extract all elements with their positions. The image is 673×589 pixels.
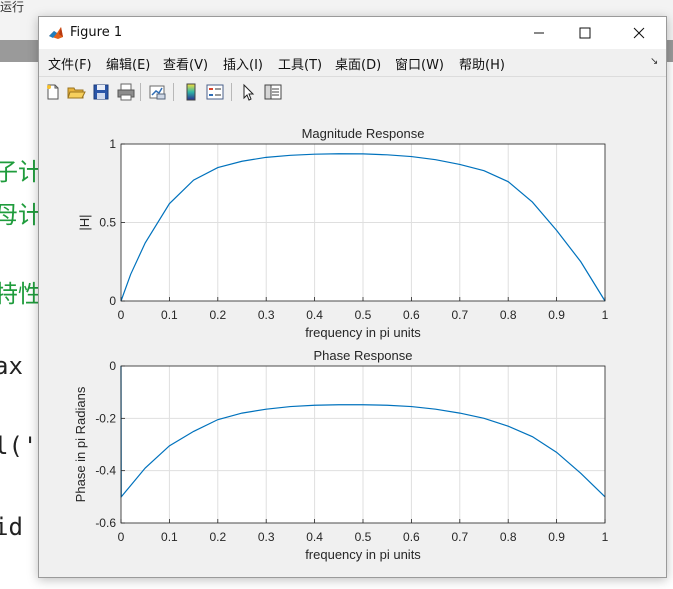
x-tick-label: 0.9	[548, 308, 565, 322]
axes-title: Magnitude Response	[302, 126, 425, 141]
menu-insert[interactable]: 插入(I)	[223, 54, 263, 73]
code-line: l('	[0, 432, 38, 460]
x-tick-label: 0.1	[161, 530, 178, 544]
x-tick-label: 0	[118, 530, 125, 544]
x-tick-label: 0.7	[451, 530, 468, 544]
x-tick-label: 0.5	[355, 308, 372, 322]
minimize-button[interactable]	[516, 17, 562, 49]
plot-area: 0 0.1 0.2 0.3 0.4 0.5 0.6 0.7 0.8 0.9 1 0 0.5 1 Magnit…	[39, 107, 666, 577]
x-axis-label: frequency in pi units	[305, 547, 421, 562]
menu-help[interactable]: 帮助(H)	[459, 54, 505, 73]
y-axis-label: Phase in pi Radians	[73, 386, 88, 502]
y-tick-label: -0.6	[95, 516, 116, 530]
menu-file[interactable]: 文件(F)	[48, 54, 92, 73]
x-tick-label: 0.8	[500, 308, 517, 322]
property-inspector-icon[interactable]	[263, 82, 283, 102]
code-line: 特性	[0, 280, 42, 308]
menu-tools[interactable]: 工具(T)	[278, 54, 322, 73]
x-tick-label: 0.6	[403, 530, 420, 544]
y-tick-label: 0	[109, 294, 116, 308]
menu-window[interactable]: 窗口(W)	[395, 54, 444, 73]
toolbar-separator	[173, 83, 174, 101]
phase-axes[interactable]: 0 0.1 0.2 0.3 0.4 0.5 0.6 0.7 0.8 0.9 1 -0.6 -0.4 -0.…	[73, 348, 609, 562]
maximize-button[interactable]	[562, 17, 608, 49]
x-tick-label: 0.2	[209, 530, 226, 544]
pointer-icon[interactable]	[238, 82, 258, 102]
menu-bar: 文件(F) 编辑(E) 查看(V) 插入(I) 工具(T) 桌面(D) 窗口(W…	[39, 51, 666, 73]
x-tick-label: 0.3	[258, 308, 275, 322]
axes-title: Phase Response	[313, 348, 412, 363]
dock-figure-icon[interactable]: ↘	[650, 56, 658, 67]
menu-edit[interactable]: 编辑(E)	[106, 54, 150, 73]
link-plot-icon[interactable]	[147, 82, 167, 102]
menu-view[interactable]: 查看(V)	[163, 54, 208, 73]
toolbar-separator	[140, 83, 141, 101]
title-bar[interactable]: Figure 1	[39, 17, 666, 49]
window-title: Figure 1	[70, 25, 123, 40]
magnitude-axes[interactable]: 0 0.1 0.2 0.3 0.4 0.5 0.6 0.7 0.8 0.9 1 0 0.5 1 Magnit…	[77, 126, 609, 340]
code-line: 子计	[0, 158, 42, 186]
x-axis-label: frequency in pi units	[305, 325, 421, 340]
x-tick-label: 0.6	[403, 308, 420, 322]
y-tick-label: 0.5	[99, 216, 116, 230]
new-figure-icon[interactable]	[43, 82, 63, 102]
x-tick-label: 0.4	[306, 530, 323, 544]
insert-legend-icon[interactable]	[205, 82, 225, 102]
y-tick-label: -0.4	[95, 464, 116, 478]
open-file-icon[interactable]	[66, 82, 86, 102]
y-axis-label: |H|	[77, 214, 92, 230]
figure-toolbar	[39, 76, 666, 108]
matlab-logo-icon	[48, 25, 64, 41]
x-tick-label: 0.5	[355, 530, 372, 544]
code-line: ax	[0, 352, 23, 380]
x-tick-label: 0.7	[451, 308, 468, 322]
y-tick-label: 0	[109, 359, 116, 373]
save-icon[interactable]	[91, 82, 111, 102]
code-line: 母计	[0, 201, 42, 229]
close-button[interactable]	[616, 17, 662, 49]
x-tick-label: 0.9	[548, 530, 565, 544]
y-tick-label: -0.2	[95, 411, 116, 425]
plot-canvas[interactable]: 0 0.1 0.2 0.3 0.4 0.5 0.6 0.7 0.8 0.9 1 0 0.5 1 Magnit…	[39, 107, 666, 577]
x-tick-label: 0.4	[306, 308, 323, 322]
y-tick-label: 1	[109, 137, 116, 151]
close-icon	[633, 27, 645, 39]
x-tick-label: 0.2	[209, 308, 226, 322]
insert-colorbar-icon[interactable]	[181, 82, 201, 102]
x-tick-label: 0.1	[161, 308, 178, 322]
run-tab-label[interactable]: 运行	[0, 0, 24, 15]
menu-desktop[interactable]: 桌面(D)	[335, 54, 381, 73]
toolbar-separator	[231, 83, 232, 101]
x-tick-label: 0	[118, 308, 125, 322]
figure-window: Figure 1 文件(F) 编辑(E) 查看(V) 插入(I) 工具(T) 桌…	[38, 16, 667, 578]
x-tick-label: 1	[602, 530, 609, 544]
x-tick-label: 0.3	[258, 530, 275, 544]
x-tick-label: 1	[602, 308, 609, 322]
maximize-icon	[579, 27, 591, 39]
print-icon[interactable]	[116, 82, 136, 102]
code-line: id	[0, 513, 23, 541]
x-tick-label: 0.8	[500, 530, 517, 544]
minimize-icon	[534, 32, 544, 34]
